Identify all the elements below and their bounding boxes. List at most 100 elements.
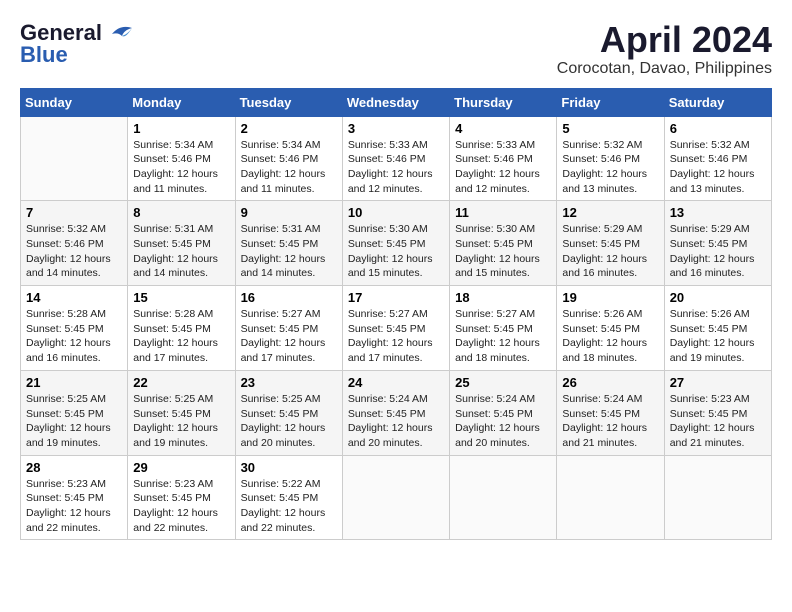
- day-info: Sunrise: 5:31 AM Sunset: 5:45 PM Dayligh…: [133, 222, 229, 281]
- col-header-sunday: Sunday: [21, 88, 128, 116]
- calendar-cell: 14 Sunrise: 5:28 AM Sunset: 5:45 PM Dayli…: [21, 286, 128, 371]
- calendar-cell: 2 Sunrise: 5:34 AM Sunset: 5:46 PM Daylig…: [235, 116, 342, 201]
- calendar-cell: 9 Sunrise: 5:31 AM Sunset: 5:45 PM Daylig…: [235, 201, 342, 286]
- calendar-cell: 5 Sunrise: 5:32 AM Sunset: 5:46 PM Daylig…: [557, 116, 664, 201]
- day-info: Sunrise: 5:30 AM Sunset: 5:45 PM Dayligh…: [348, 222, 444, 281]
- logo-bird-icon: [104, 22, 136, 44]
- day-number: 30: [241, 460, 337, 475]
- day-info: Sunrise: 5:24 AM Sunset: 5:45 PM Dayligh…: [348, 392, 444, 451]
- calendar-cell: 15 Sunrise: 5:28 AM Sunset: 5:45 PM Dayli…: [128, 286, 235, 371]
- day-number: 22: [133, 375, 229, 390]
- calendar-cell: 11 Sunrise: 5:30 AM Sunset: 5:45 PM Dayli…: [450, 201, 557, 286]
- calendar-cell: 20 Sunrise: 5:26 AM Sunset: 5:45 PM Dayli…: [664, 286, 771, 371]
- calendar-cell: 12 Sunrise: 5:29 AM Sunset: 5:45 PM Dayli…: [557, 201, 664, 286]
- calendar-cell: [342, 455, 449, 540]
- day-number: 14: [26, 290, 122, 305]
- day-number: 4: [455, 121, 551, 136]
- page-header: General Blue April 2024 Corocotan, Davao…: [20, 20, 772, 78]
- calendar-table: SundayMondayTuesdayWednesdayThursdayFrid…: [20, 88, 772, 541]
- calendar-cell: 13 Sunrise: 5:29 AM Sunset: 5:45 PM Dayli…: [664, 201, 771, 286]
- calendar-cell: 19 Sunrise: 5:26 AM Sunset: 5:45 PM Dayli…: [557, 286, 664, 371]
- calendar-cell: 10 Sunrise: 5:30 AM Sunset: 5:45 PM Dayli…: [342, 201, 449, 286]
- week-row-5: 28Sunrise: 5:23 AM Sunset: 5:45 PM Dayli…: [21, 455, 772, 540]
- day-number: 19: [562, 290, 658, 305]
- calendar-cell: 22 Sunrise: 5:25 AM Sunset: 5:45 PM Dayli…: [128, 370, 235, 455]
- day-info: Sunrise: 5:29 AM Sunset: 5:45 PM Dayligh…: [670, 222, 766, 281]
- day-info: Sunrise: 5:23 AM Sunset: 5:45 PM Dayligh…: [26, 477, 122, 536]
- calendar-cell: 4 Sunrise: 5:33 AM Sunset: 5:46 PM Daylig…: [450, 116, 557, 201]
- day-number: 26: [562, 375, 658, 390]
- day-number: 10: [348, 205, 444, 220]
- col-header-thursday: Thursday: [450, 88, 557, 116]
- day-info: Sunrise: 5:25 AM Sunset: 5:45 PM Dayligh…: [241, 392, 337, 451]
- week-row-2: 7Sunrise: 5:32 AM Sunset: 5:46 PM Daylig…: [21, 201, 772, 286]
- col-header-wednesday: Wednesday: [342, 88, 449, 116]
- day-info: Sunrise: 5:33 AM Sunset: 5:46 PM Dayligh…: [455, 138, 551, 197]
- calendar-cell: 30 Sunrise: 5:22 AM Sunset: 5:45 PM Dayli…: [235, 455, 342, 540]
- day-number: 13: [670, 205, 766, 220]
- day-info: Sunrise: 5:24 AM Sunset: 5:45 PM Dayligh…: [455, 392, 551, 451]
- calendar-cell: 8 Sunrise: 5:31 AM Sunset: 5:45 PM Daylig…: [128, 201, 235, 286]
- calendar-cell: [450, 455, 557, 540]
- day-number: 8: [133, 205, 229, 220]
- day-info: Sunrise: 5:24 AM Sunset: 5:45 PM Dayligh…: [562, 392, 658, 451]
- day-info: Sunrise: 5:25 AM Sunset: 5:45 PM Dayligh…: [133, 392, 229, 451]
- day-number: 9: [241, 205, 337, 220]
- calendar-cell: [21, 116, 128, 201]
- day-number: 20: [670, 290, 766, 305]
- day-number: 1: [133, 121, 229, 136]
- logo: General Blue: [20, 20, 136, 68]
- day-number: 17: [348, 290, 444, 305]
- day-number: 24: [348, 375, 444, 390]
- day-info: Sunrise: 5:23 AM Sunset: 5:45 PM Dayligh…: [670, 392, 766, 451]
- day-info: Sunrise: 5:31 AM Sunset: 5:45 PM Dayligh…: [241, 222, 337, 281]
- day-info: Sunrise: 5:27 AM Sunset: 5:45 PM Dayligh…: [455, 307, 551, 366]
- day-info: Sunrise: 5:22 AM Sunset: 5:45 PM Dayligh…: [241, 477, 337, 536]
- calendar-cell: 28Sunrise: 5:23 AM Sunset: 5:45 PM Dayli…: [21, 455, 128, 540]
- calendar-cell: 27 Sunrise: 5:23 AM Sunset: 5:45 PM Dayli…: [664, 370, 771, 455]
- day-number: 5: [562, 121, 658, 136]
- calendar-cell: 26 Sunrise: 5:24 AM Sunset: 5:45 PM Dayli…: [557, 370, 664, 455]
- day-info: Sunrise: 5:26 AM Sunset: 5:45 PM Dayligh…: [562, 307, 658, 366]
- day-number: 15: [133, 290, 229, 305]
- day-info: Sunrise: 5:25 AM Sunset: 5:45 PM Dayligh…: [26, 392, 122, 451]
- day-number: 18: [455, 290, 551, 305]
- day-number: 21: [26, 375, 122, 390]
- day-info: Sunrise: 5:27 AM Sunset: 5:45 PM Dayligh…: [241, 307, 337, 366]
- day-number: 11: [455, 205, 551, 220]
- day-info: Sunrise: 5:30 AM Sunset: 5:45 PM Dayligh…: [455, 222, 551, 281]
- day-info: Sunrise: 5:28 AM Sunset: 5:45 PM Dayligh…: [26, 307, 122, 366]
- day-number: 29: [133, 460, 229, 475]
- day-info: Sunrise: 5:32 AM Sunset: 5:46 PM Dayligh…: [670, 138, 766, 197]
- day-info: Sunrise: 5:29 AM Sunset: 5:45 PM Dayligh…: [562, 222, 658, 281]
- week-row-3: 14 Sunrise: 5:28 AM Sunset: 5:45 PM Dayli…: [21, 286, 772, 371]
- calendar-cell: 6Sunrise: 5:32 AM Sunset: 5:46 PM Daylig…: [664, 116, 771, 201]
- col-header-saturday: Saturday: [664, 88, 771, 116]
- day-info: Sunrise: 5:23 AM Sunset: 5:45 PM Dayligh…: [133, 477, 229, 536]
- day-number: 2: [241, 121, 337, 136]
- calendar-cell: 21 Sunrise: 5:25 AM Sunset: 5:45 PM Dayli…: [21, 370, 128, 455]
- day-number: 23: [241, 375, 337, 390]
- day-number: 25: [455, 375, 551, 390]
- calendar-cell: 18 Sunrise: 5:27 AM Sunset: 5:45 PM Dayli…: [450, 286, 557, 371]
- day-info: Sunrise: 5:28 AM Sunset: 5:45 PM Dayligh…: [133, 307, 229, 366]
- calendar-cell: 23 Sunrise: 5:25 AM Sunset: 5:45 PM Dayli…: [235, 370, 342, 455]
- day-info: Sunrise: 5:34 AM Sunset: 5:46 PM Dayligh…: [241, 138, 337, 197]
- week-row-4: 21 Sunrise: 5:25 AM Sunset: 5:45 PM Dayli…: [21, 370, 772, 455]
- day-number: 27: [670, 375, 766, 390]
- col-header-friday: Friday: [557, 88, 664, 116]
- day-info: Sunrise: 5:33 AM Sunset: 5:46 PM Dayligh…: [348, 138, 444, 197]
- day-info: Sunrise: 5:32 AM Sunset: 5:46 PM Dayligh…: [562, 138, 658, 197]
- calendar-cell: 1Sunrise: 5:34 AM Sunset: 5:46 PM Daylig…: [128, 116, 235, 201]
- calendar-cell: [557, 455, 664, 540]
- calendar-cell: 16Sunrise: 5:27 AM Sunset: 5:45 PM Dayli…: [235, 286, 342, 371]
- calendar-cell: 29 Sunrise: 5:23 AM Sunset: 5:45 PM Dayli…: [128, 455, 235, 540]
- day-info: Sunrise: 5:26 AM Sunset: 5:45 PM Dayligh…: [670, 307, 766, 366]
- calendar-cell: 25 Sunrise: 5:24 AM Sunset: 5:45 PM Dayli…: [450, 370, 557, 455]
- col-header-tuesday: Tuesday: [235, 88, 342, 116]
- calendar-cell: 24 Sunrise: 5:24 AM Sunset: 5:45 PM Dayli…: [342, 370, 449, 455]
- day-info: Sunrise: 5:27 AM Sunset: 5:45 PM Dayligh…: [348, 307, 444, 366]
- week-row-1: 1 Sunrise: 5:34 AM Sunset: 5:46 PM Daylig…: [21, 116, 772, 201]
- day-number: 12: [562, 205, 658, 220]
- day-number: 7: [26, 205, 122, 220]
